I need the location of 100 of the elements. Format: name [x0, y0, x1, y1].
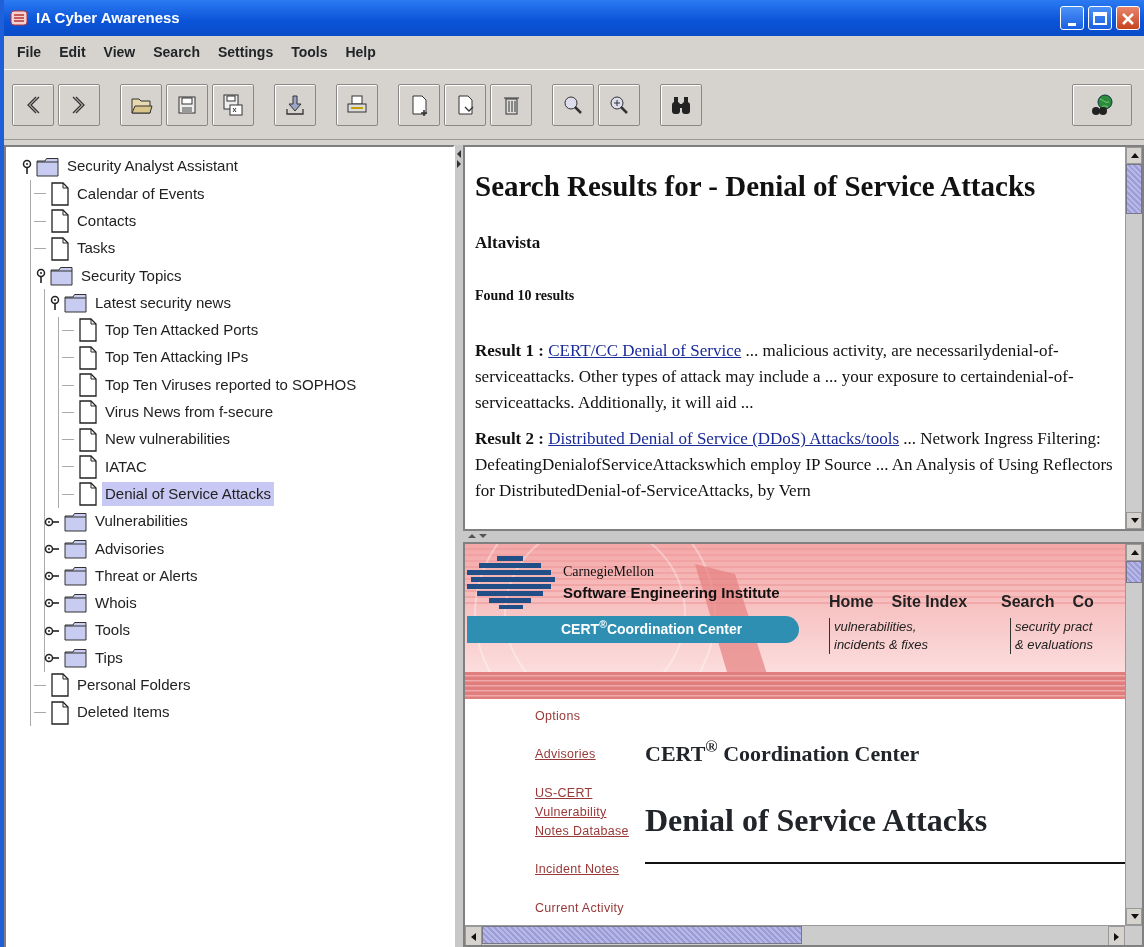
- document-icon: [78, 454, 98, 479]
- document-icon: [78, 400, 98, 425]
- new-document-button[interactable]: [398, 83, 440, 126]
- vertical-scrollbar[interactable]: [1125, 147, 1142, 529]
- nav-link[interactable]: Home: [829, 589, 874, 614]
- tree-item[interactable]: Advisories: [92, 536, 168, 562]
- menu-item[interactable]: View: [94, 42, 145, 63]
- collapsed-handle-icon[interactable]: [44, 625, 60, 636]
- menu-item[interactable]: Search: [144, 42, 209, 63]
- back-arrow-button[interactable]: [12, 83, 54, 126]
- document-icon: [50, 236, 70, 261]
- folder-button[interactable]: [120, 83, 162, 126]
- expanded-handle-icon[interactable]: [50, 295, 60, 312]
- close-button[interactable]: [1116, 6, 1140, 30]
- menu-item[interactable]: Tools: [282, 42, 337, 63]
- folder-icon: [36, 156, 60, 177]
- tree-item[interactable]: Security Analyst Assistant: [64, 154, 241, 179]
- menu-item[interactable]: Edit: [50, 42, 95, 63]
- web-search-button[interactable]: [1072, 83, 1132, 126]
- app-icon: [10, 9, 28, 27]
- collapse-arrow-icon[interactable]: [456, 149, 462, 169]
- tree-item[interactable]: Tasks: [74, 236, 119, 261]
- scroll-up-arrow-icon[interactable]: [1129, 151, 1139, 160]
- sidebar-link[interactable]: US-CERT Vulnerability Notes Database: [535, 784, 630, 841]
- collapsed-handle-icon[interactable]: [44, 653, 60, 663]
- menu-item[interactable]: Settings: [208, 42, 283, 63]
- sidebar-label[interactable]: Options: [535, 706, 635, 726]
- search-button[interactable]: [552, 83, 594, 126]
- trash-button[interactable]: [490, 83, 532, 126]
- menu-item[interactable]: File: [8, 42, 51, 63]
- tree-item[interactable]: Top Ten Attacked Ports: [102, 318, 262, 343]
- document-icon: [50, 700, 70, 725]
- sidebar-label[interactable]: Current Activity: [535, 899, 635, 918]
- scroll-thumb[interactable]: [1126, 164, 1142, 214]
- tagline-text[interactable]: security pract & evaluations: [1010, 617, 1094, 654]
- minimize-icon: [1068, 22, 1076, 26]
- tree-item[interactable]: Top Ten Viruses reported to SOPHOS: [102, 372, 360, 398]
- tagline-text[interactable]: vulnerabilities, incidents & fixes: [829, 617, 1004, 654]
- sidebar-link[interactable]: Advisories: [535, 745, 635, 764]
- tree-item[interactable]: Threat or Alerts: [92, 563, 201, 589]
- collapsed-handle-icon[interactable]: [44, 598, 60, 609]
- scroll-down-arrow-icon[interactable]: [1129, 912, 1139, 921]
- binoculars-button[interactable]: [660, 83, 702, 126]
- tree-item[interactable]: Tips: [92, 645, 126, 671]
- page-subtitle: CERT$^{®}$ Coordination Center: [645, 736, 921, 768]
- nav-link[interactable]: Search: [1001, 589, 1055, 614]
- document-arrow-button[interactable]: [444, 83, 486, 126]
- tree-item[interactable]: IATAC: [102, 454, 150, 480]
- tree-item[interactable]: Vulnerabilities: [92, 509, 191, 534]
- folder-icon: [64, 511, 88, 532]
- document-icon: [50, 209, 70, 234]
- collapsed-handle-icon[interactable]: [44, 571, 60, 582]
- folder-icon: [64, 620, 88, 641]
- tree-item[interactable]: New vulnerabilities: [102, 427, 234, 452]
- scroll-thumb[interactable]: [1126, 560, 1142, 583]
- split-arrows-icon[interactable]: [467, 533, 489, 540]
- collapsed-handle-icon[interactable]: [44, 516, 60, 527]
- tree-item[interactable]: Contacts: [74, 209, 140, 234]
- tree-item[interactable]: Tools: [92, 618, 134, 643]
- expanded-handle-icon[interactable]: [22, 158, 32, 175]
- tree-item[interactable]: Calendar of Events: [74, 181, 208, 207]
- scroll-left-arrow-icon[interactable]: [469, 931, 478, 941]
- scroll-right-arrow-icon[interactable]: [1112, 931, 1121, 941]
- collapsed-handle-icon[interactable]: [44, 543, 60, 554]
- minimize-button[interactable]: [1060, 6, 1084, 30]
- nav-link[interactable]: Site Index: [891, 589, 968, 614]
- printer-button[interactable]: [336, 83, 378, 126]
- menu-item[interactable]: Help: [336, 42, 385, 63]
- folder-icon: [64, 593, 88, 614]
- folder-icon: [64, 566, 88, 587]
- tree-item[interactable]: Personal Folders: [74, 673, 194, 698]
- floppy-disk-button[interactable]: [166, 83, 208, 126]
- document-icon: [78, 373, 98, 397]
- download-arrow-button[interactable]: [274, 83, 316, 126]
- results-heading: Search Results for - Denial of Service Attacks: [475, 169, 1037, 204]
- result-link[interactable]: CERT/CC Denial of Service: [548, 341, 742, 361]
- tree-item[interactable]: Deleted Items: [74, 700, 173, 725]
- tree-item[interactable]: Top Ten Attacking IPs: [102, 345, 252, 370]
- scroll-down-arrow-icon[interactable]: [1129, 515, 1139, 525]
- horizontal-scrollbar[interactable]: [465, 925, 1142, 945]
- tree-item[interactable]: Whois: [92, 591, 140, 616]
- page-title: Denial of Service Attacks: [645, 800, 989, 840]
- nav-link[interactable]: Co: [1072, 589, 1094, 614]
- download-arrow-icon: [283, 92, 307, 117]
- floppy-disk-button[interactable]: [212, 83, 254, 126]
- scroll-thumb[interactable]: [482, 926, 802, 944]
- tree-item[interactable]: Security Topics: [78, 263, 185, 289]
- document-icon: [50, 181, 70, 206]
- vertical-scrollbar[interactable]: [1125, 543, 1142, 925]
- sidebar-link[interactable]: Incident Notes: [535, 860, 635, 879]
- zoom-in-button[interactable]: [598, 83, 640, 126]
- tree-item[interactable]: Denial of Service Attacks: [102, 481, 274, 507]
- document-icon: [78, 482, 98, 507]
- forward-arrow-button[interactable]: [58, 83, 100, 126]
- maximize-button[interactable]: [1088, 6, 1112, 30]
- tree-item[interactable]: Virus News from f-secure: [102, 400, 277, 425]
- result-link[interactable]: Distributed Denial of Service (DDoS) Attacks/tools: [548, 429, 899, 449]
- document-icon: [78, 427, 98, 452]
- expanded-handle-icon[interactable]: [36, 267, 46, 284]
- tree-item[interactable]: Latest security news: [92, 290, 234, 316]
